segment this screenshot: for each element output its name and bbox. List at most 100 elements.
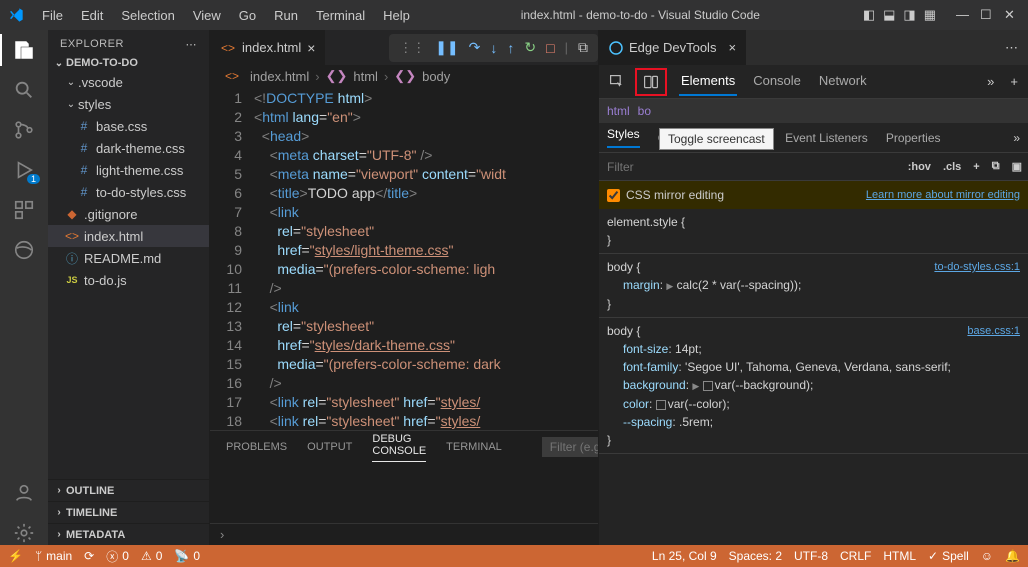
spell-indicator[interactable]: ✓ Spell	[928, 549, 969, 563]
more-icon[interactable]: ⋯	[995, 40, 1028, 56]
more-styles-icon[interactable]: »	[1013, 131, 1020, 145]
dom-path-item[interactable]: html	[607, 104, 630, 118]
dom-path-item[interactable]: bo	[638, 104, 651, 118]
root-folder[interactable]: ⌄ DEMO-TO-DO	[48, 55, 209, 71]
computed-layout-icon[interactable]: ⧉	[986, 160, 1006, 173]
panel-left-icon[interactable]: ◧	[863, 7, 875, 23]
step-out-icon[interactable]: ↑	[507, 40, 514, 56]
tree-item-styles[interactable]: ⌄styles	[48, 93, 209, 115]
search-icon[interactable]	[12, 78, 36, 102]
styles-tab-styles[interactable]: Styles	[607, 127, 640, 148]
menu-run[interactable]: Run	[266, 4, 306, 27]
hov-toggle[interactable]: :hov	[902, 161, 937, 173]
encoding-indicator[interactable]: UTF-8	[794, 549, 828, 563]
css-rules-pane[interactable]: element.style {}to-do-styles.css:1body {…	[599, 209, 1028, 545]
devtools-tab[interactable]: Edge DevTools ×	[599, 30, 746, 65]
section-metadata[interactable]: ›METADATA	[48, 523, 209, 545]
menu-file[interactable]: File	[34, 4, 71, 27]
styles-tab-properties[interactable]: Properties	[886, 131, 941, 145]
sync-icon[interactable]: ⟳	[84, 549, 94, 563]
css-declaration[interactable]: background: ▶ var(--background);	[607, 376, 1020, 395]
eol-indicator[interactable]: CRLF	[840, 549, 871, 563]
source-control-icon[interactable]	[12, 118, 36, 142]
add-tab-icon[interactable]: +	[1004, 74, 1024, 89]
remote-icon[interactable]: ⚡	[8, 549, 23, 563]
disconnect-icon[interactable]: ⧉	[578, 39, 588, 56]
menu-edit[interactable]: Edit	[73, 4, 111, 27]
tree-item-dark-theme-css[interactable]: #dark-theme.css	[48, 137, 209, 159]
devtools-tab-network[interactable]: Network	[817, 67, 869, 96]
panel-breadcrumb[interactable]: ›	[210, 523, 598, 545]
toggle-screencast-icon[interactable]	[635, 68, 667, 96]
sidebar-more-icon[interactable]: ⋯	[186, 38, 198, 51]
menu-terminal[interactable]: Terminal	[308, 4, 373, 27]
stop-icon[interactable]: □	[546, 40, 554, 56]
warnings-indicator[interactable]: ⚠ 0	[141, 549, 162, 563]
breadcrumb-item[interactable]: html	[353, 69, 378, 84]
run-debug-icon[interactable]: 1	[12, 158, 36, 182]
menu-selection[interactable]: Selection	[113, 4, 182, 27]
css-declaration[interactable]: font-family: 'Segoe UI', Tahoma, Geneva,…	[607, 358, 1020, 376]
code-content[interactable]: <!DOCTYPE html><html lang="en"> <head> <…	[254, 87, 598, 430]
dom-breadcrumb[interactable]: html bo	[599, 99, 1028, 123]
tree-item-base-css[interactable]: #base.css	[48, 115, 209, 137]
rule-source-link[interactable]: to-do-styles.css:1	[934, 258, 1020, 276]
css-declaration[interactable]: --spacing: .5rem;	[607, 413, 1020, 431]
pause-icon[interactable]: ❚❚	[435, 39, 458, 56]
breadcrumb[interactable]: <> index.html › ❮❯ html › ❮❯ body	[210, 65, 598, 87]
cursor-position[interactable]: Ln 25, Col 9	[652, 549, 717, 563]
panel-tab-debug-console[interactable]: DEBUG CONSOLE	[372, 433, 426, 462]
settings-gear-icon[interactable]	[12, 521, 36, 545]
toggle-pane-icon[interactable]: ▣	[1006, 160, 1028, 173]
tree-item-README-md[interactable]: ⓘREADME.md	[48, 247, 209, 269]
drag-handle-icon[interactable]: ⋮⋮	[399, 40, 425, 56]
menu-go[interactable]: Go	[231, 4, 264, 27]
step-into-icon[interactable]: ↓	[490, 40, 497, 56]
panel-tab-output[interactable]: OUTPUT	[307, 441, 352, 453]
close-icon[interactable]: ✕	[1004, 7, 1020, 23]
css-declaration[interactable]: color: var(--color);	[607, 395, 1020, 413]
css-declaration[interactable]: font-size: 14pt;	[607, 340, 1020, 358]
layout-grid-icon[interactable]: ▦	[924, 7, 936, 23]
step-over-icon[interactable]: ↷	[469, 39, 481, 56]
menu-view[interactable]: View	[185, 4, 229, 27]
ports-indicator[interactable]: 📡 0	[174, 549, 200, 563]
notifications-icon[interactable]: 🔔	[1005, 549, 1020, 563]
errors-indicator[interactable]: ⓧ 0	[106, 548, 129, 565]
tree-item--vscode[interactable]: ⌄.vscode	[48, 71, 209, 93]
feedback-icon[interactable]: ☺	[981, 549, 993, 563]
mirror-learn-more-link[interactable]: Learn more about mirror editing	[866, 189, 1020, 201]
css-selector[interactable]: body {	[607, 322, 1020, 340]
breadcrumb-item[interactable]: index.html	[250, 69, 309, 84]
tree-item-to-do-js[interactable]: JSto-do.js	[48, 269, 209, 291]
css-selector[interactable]: element.style {	[607, 213, 1020, 231]
restart-icon[interactable]: ↻	[524, 39, 536, 56]
mirror-checkbox[interactable]	[607, 189, 620, 202]
tree-item-to-do-styles-css[interactable]: #to-do-styles.css	[48, 181, 209, 203]
tree-item--gitignore[interactable]: ◆.gitignore	[48, 203, 209, 225]
code-editor[interactable]: 12345678910111213141516171819 <!DOCTYPE …	[210, 87, 598, 430]
tab-close-icon[interactable]: ×	[307, 40, 315, 56]
account-icon[interactable]	[12, 481, 36, 505]
more-tabs-icon[interactable]: »	[981, 74, 1000, 89]
indentation-indicator[interactable]: Spaces: 2	[729, 549, 782, 563]
panel-tab-terminal[interactable]: TERMINAL	[446, 441, 502, 453]
explorer-icon[interactable]	[12, 38, 36, 62]
menu-help[interactable]: Help	[375, 4, 418, 27]
devtools-tab-elements[interactable]: Elements	[679, 67, 737, 96]
language-indicator[interactable]: HTML	[883, 549, 916, 563]
extensions-icon[interactable]	[12, 198, 36, 222]
cls-toggle[interactable]: .cls	[937, 161, 967, 173]
panel-right-icon[interactable]: ◨	[903, 7, 915, 23]
tree-item-light-theme-css[interactable]: #light-theme.css	[48, 159, 209, 181]
styles-filter-input[interactable]	[599, 160, 902, 174]
tab-close-icon[interactable]: ×	[728, 40, 736, 55]
section-timeline[interactable]: ›TIMELINE	[48, 501, 209, 523]
tree-item-index-html[interactable]: <>index.html	[48, 225, 209, 247]
tab-index-html[interactable]: <> index.html ×	[210, 30, 326, 65]
css-declaration[interactable]: margin: ▶ calc(2 * var(--spacing));	[607, 276, 1020, 295]
styles-tab-event-listeners[interactable]: Event Listeners	[785, 131, 868, 145]
breadcrumb-item[interactable]: body	[422, 69, 450, 84]
branch-indicator[interactable]: ᛘ main	[35, 549, 72, 563]
devtools-tab-console[interactable]: Console	[751, 67, 803, 96]
